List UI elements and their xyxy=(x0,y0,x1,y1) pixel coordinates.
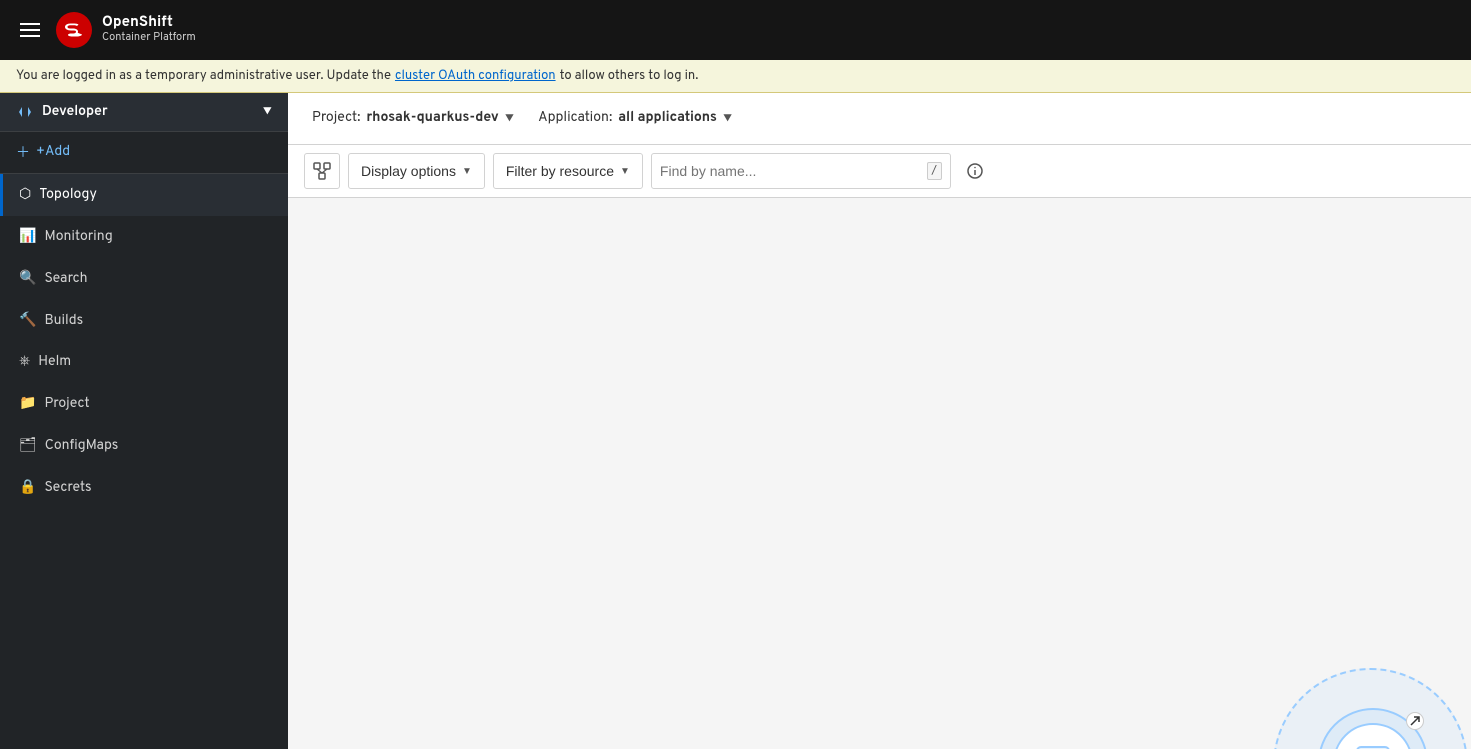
main-layout: Developer ▼ ＋ +Add ⬡ Topology 📊 Monitori… xyxy=(0,93,1471,749)
sidebar-item-search[interactable]: 🔍 Search xyxy=(0,258,288,300)
sidebar-item-monitoring[interactable]: 📊 Monitoring xyxy=(0,216,288,258)
sidebar-item-label: Secrets xyxy=(44,480,91,497)
project-bar: Project: rhosak-quarkus-dev ▼ Applicatio… xyxy=(288,93,1471,145)
sidebar-item-secrets[interactable]: 🔒 Secrets xyxy=(0,467,288,509)
sidebar-item-label: ConfigMaps xyxy=(45,438,119,455)
service-inner-ring xyxy=(1333,723,1413,749)
filter-chevron-icon: ▼ xyxy=(620,166,630,177)
sidebar-item-project[interactable]: 📁 Project xyxy=(0,383,288,425)
content-area: Project: rhosak-quarkus-dev ▼ Applicatio… xyxy=(288,93,1471,749)
info-circle-icon xyxy=(967,163,983,179)
filter-by-resource-button[interactable]: Filter by resource ▼ xyxy=(493,153,643,189)
sidebar-item-label: Search xyxy=(44,271,87,288)
filter-by-resource-label: Filter by resource xyxy=(506,163,614,179)
quarkus-service-node[interactable] xyxy=(1318,708,1428,749)
toolbar: Display options ▼ Filter by resource ▼ / xyxy=(288,145,1471,198)
monitoring-icon: 📊 xyxy=(19,228,36,246)
redhat-logo-icon xyxy=(56,12,92,48)
configmaps-icon: 🗂 xyxy=(19,437,37,455)
add-label: +Add xyxy=(36,144,70,161)
developer-icon xyxy=(16,103,34,121)
info-button[interactable] xyxy=(959,155,991,187)
service-outer-ring xyxy=(1318,708,1428,749)
topology-icon: ⬡ xyxy=(19,186,31,204)
sidebar-item-add[interactable]: ＋ +Add xyxy=(0,132,288,174)
find-by-name-input[interactable] xyxy=(660,163,927,179)
secrets-icon: 🔒 xyxy=(19,479,36,497)
project-icon: 📁 xyxy=(19,395,36,413)
app-name: all applications xyxy=(618,110,717,127)
builds-icon: 🔨 xyxy=(19,312,36,330)
notification-text-before: You are logged in as a temporary adminis… xyxy=(16,68,391,84)
sidebar-item-label: Helm xyxy=(38,354,71,371)
application-selector[interactable]: Application: all applications ▼ xyxy=(530,106,740,131)
oauth-config-link[interactable]: cluster OAuth configuration xyxy=(395,68,556,84)
app-chevron-icon: ▼ xyxy=(723,111,732,127)
search-container: / xyxy=(651,153,951,189)
project-selector[interactable]: Project: rhosak-quarkus-dev ▼ xyxy=(304,106,522,131)
brand-text: OpenShift Container Platform xyxy=(102,14,196,45)
sidebar-item-label: Monitoring xyxy=(44,229,112,246)
brand-product-sub: Container Platform xyxy=(102,32,196,45)
project-label-text: Project: xyxy=(312,110,360,127)
top-bar: OpenShift Container Platform xyxy=(0,0,1471,60)
sidebar-item-topology[interactable]: ⬡ Topology xyxy=(0,174,288,216)
project-chevron-icon: ▼ xyxy=(505,111,514,127)
view-toggle-button[interactable] xyxy=(304,153,340,189)
perspective-label: Developer xyxy=(16,103,108,121)
external-link-indicator xyxy=(1406,712,1424,730)
search-icon: 🔍 xyxy=(19,270,36,288)
perspective-switcher[interactable]: Developer ▼ xyxy=(0,93,288,132)
sidebar-item-label: Topology xyxy=(39,187,97,204)
brand-product-name: OpenShift xyxy=(102,14,196,32)
hamburger-button[interactable] xyxy=(16,19,44,41)
app-label-text: Application: xyxy=(538,110,612,127)
sidebar-item-configmaps[interactable]: 🗂 ConfigMaps xyxy=(0,425,288,467)
sidebar-item-builds[interactable]: 🔨 Builds xyxy=(0,300,288,342)
display-options-button[interactable]: Display options ▼ xyxy=(348,153,485,189)
quarkus-app-icon xyxy=(1353,743,1393,749)
topology-view-icon xyxy=(313,162,331,180)
sidebar-item-helm[interactable]: ⎈ Helm xyxy=(0,342,288,383)
search-shortcut-key: / xyxy=(927,162,942,180)
perspective-chevron-icon: ▼ xyxy=(263,104,272,120)
perspective-text: Developer xyxy=(42,104,108,121)
notification-bar: You are logged in as a temporary adminis… xyxy=(0,60,1471,93)
sidebar: Developer ▼ ＋ +Add ⬡ Topology 📊 Monitori… xyxy=(0,93,288,749)
add-icon: ＋ xyxy=(16,142,30,163)
connector-svg xyxy=(288,198,1471,749)
notification-text-after: to allow others to log in. xyxy=(560,68,699,84)
display-options-chevron-icon: ▼ xyxy=(462,166,472,177)
brand-logo-area: OpenShift Container Platform xyxy=(56,12,196,48)
helm-icon: ⎈ xyxy=(19,354,30,371)
topology-canvas[interactable]: KC D quarku...kstart A quarku...rt-app K… xyxy=(288,198,1471,749)
sidebar-item-label: Builds xyxy=(44,313,83,330)
sidebar-item-label: Project xyxy=(44,396,89,413)
project-name: rhosak-quarkus-dev xyxy=(366,110,498,127)
display-options-label: Display options xyxy=(361,163,456,179)
